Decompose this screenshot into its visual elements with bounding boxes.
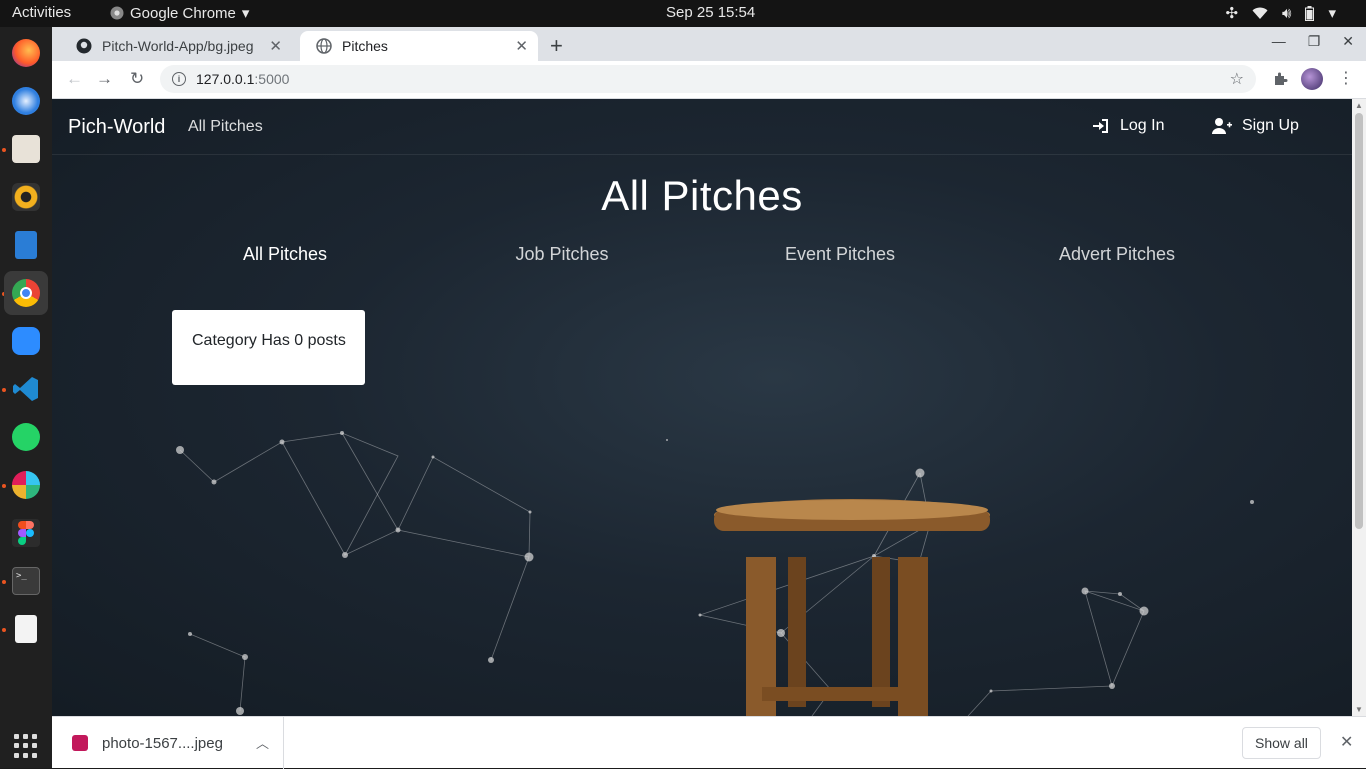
tab-github[interactable]: Pitch-World-App/bg.jpeg ✕ xyxy=(60,31,292,61)
download-filename: photo-1567....jpeg xyxy=(102,734,223,752)
scroll-up-icon[interactable]: ▲ xyxy=(1355,101,1363,110)
dock-rhythmbox[interactable] xyxy=(4,175,48,219)
activities-button[interactable]: Activities xyxy=(12,4,71,21)
screenshot-tool-icon xyxy=(15,615,37,643)
tab-title: Pitches xyxy=(342,38,388,54)
slack-icon xyxy=(12,471,40,499)
power-menu-icon: ▾ xyxy=(1328,5,1336,22)
dock-whatsapp[interactable] xyxy=(4,415,48,459)
dock-figma[interactable] xyxy=(4,511,48,555)
profile-avatar[interactable] xyxy=(1301,68,1323,90)
site-navbar: Pich-World All Pitches Log In Sign Up xyxy=(52,99,1352,155)
url-port: :5000 xyxy=(254,71,290,87)
chrome-menu-icon[interactable]: ⋮ xyxy=(1338,68,1354,88)
zoom-icon xyxy=(12,327,40,355)
empty-category-message: Category Has 0 posts xyxy=(192,332,346,349)
tab-title: Pitch-World-App/bg.jpeg xyxy=(102,38,254,54)
image-file-icon xyxy=(72,735,88,751)
site-info-icon[interactable]: i xyxy=(172,72,186,86)
site-brand[interactable]: Pich-World xyxy=(68,116,165,139)
close-window-icon[interactable]: ✕ xyxy=(1342,33,1354,50)
rhythmbox-icon xyxy=(12,183,40,211)
chrome-icon xyxy=(12,279,40,307)
chrome-window: Pitch-World-App/bg.jpeg ✕ Pitches ✕ + — … xyxy=(52,27,1366,769)
url-host: 127.0.0.1 xyxy=(196,71,255,87)
dock-writer[interactable] xyxy=(4,223,48,267)
stool-illustration xyxy=(714,499,990,716)
system-top-bar: Activities Google Chrome ▾ Sep 25 15:54 … xyxy=(0,0,1366,27)
caret-down-icon: ▾ xyxy=(241,5,250,22)
dock: >_ xyxy=(0,27,52,768)
files-icon xyxy=(12,135,40,163)
clock[interactable]: Sep 25 15:54 xyxy=(666,4,755,21)
window-controls: — ❐ ✕ xyxy=(1272,33,1354,50)
empty-category-card: Category Has 0 posts xyxy=(172,310,365,385)
signup-link[interactable]: Sign Up xyxy=(1212,117,1299,135)
dock-zoom[interactable] xyxy=(4,319,48,363)
category-job-pitches[interactable]: Job Pitches xyxy=(462,244,662,265)
vscode-icon xyxy=(13,377,38,401)
close-download-bar-icon[interactable]: ✕ xyxy=(1340,732,1353,752)
back-icon[interactable]: ← xyxy=(66,69,83,89)
volume-icon: 🔊︎ xyxy=(1282,4,1292,22)
sign-in-icon xyxy=(1093,119,1108,133)
browser-toolbar: ← → ↻ i 127.0.0.1:5000 ☆ ⋮ xyxy=(52,61,1366,99)
dock-slack[interactable] xyxy=(4,463,48,507)
wifi-icon xyxy=(1252,7,1268,19)
scrollbar-thumb[interactable] xyxy=(1355,113,1363,529)
dock-thunderbird[interactable] xyxy=(4,79,48,123)
forward-icon[interactable]: → xyxy=(96,69,113,89)
slack-tray-icon: ✣ xyxy=(1225,5,1239,22)
category-all-pitches[interactable]: All Pitches xyxy=(185,244,385,265)
page-title: All Pitches xyxy=(601,172,803,219)
dock-chrome[interactable] xyxy=(4,271,48,315)
globe-icon xyxy=(316,38,332,54)
show-applications-icon[interactable] xyxy=(14,734,38,758)
figma-icon xyxy=(12,519,40,547)
category-event-pitches[interactable]: Event Pitches xyxy=(740,244,940,265)
close-tab-icon[interactable]: ✕ xyxy=(269,37,282,55)
terminal-icon: >_ xyxy=(12,567,40,595)
category-advert-pitches[interactable]: Advert Pitches xyxy=(1017,244,1217,265)
dock-screenshot[interactable] xyxy=(4,607,48,651)
app-menu[interactable]: Google Chrome ▾ xyxy=(110,4,249,22)
page-scrollbar[interactable]: ▲ ▼ xyxy=(1352,99,1366,716)
tab-strip: Pitch-World-App/bg.jpeg ✕ Pitches ✕ + — … xyxy=(52,27,1366,61)
dock-vscode[interactable] xyxy=(4,367,48,411)
show-all-button[interactable]: Show all xyxy=(1242,727,1321,759)
download-item[interactable]: photo-1567....jpeg ︿ xyxy=(52,717,284,769)
dock-terminal[interactable]: >_ xyxy=(4,559,48,603)
app-menu-label: Google Chrome xyxy=(130,4,236,22)
close-tab-icon[interactable]: ✕ xyxy=(515,37,528,55)
login-label: Log In xyxy=(1120,117,1165,134)
whatsapp-icon xyxy=(12,423,40,451)
reload-icon[interactable]: ↻ xyxy=(130,69,144,89)
minimize-icon[interactable]: — xyxy=(1272,33,1286,50)
dock-files[interactable] xyxy=(4,127,48,171)
extensions-puzzle-icon[interactable] xyxy=(1272,71,1288,87)
signup-label: Sign Up xyxy=(1242,117,1299,134)
chevron-up-icon[interactable]: ︿ xyxy=(256,733,269,752)
github-icon xyxy=(76,38,92,54)
page-viewport: Pich-World All Pitches Log In Sign Up Al… xyxy=(52,99,1366,716)
bookmark-star-icon[interactable]: ☆ xyxy=(1230,69,1244,89)
nav-all-pitches[interactable]: All Pitches xyxy=(188,118,263,136)
tab-pitches[interactable]: Pitches ✕ xyxy=(300,31,538,61)
address-bar[interactable]: i 127.0.0.1:5000 ☆ xyxy=(160,65,1256,93)
maximize-icon[interactable]: ❐ xyxy=(1308,33,1321,50)
new-tab-icon[interactable]: + xyxy=(550,33,563,59)
firefox-icon xyxy=(12,39,40,67)
battery-icon xyxy=(1305,5,1315,21)
chrome-small-icon xyxy=(110,6,124,20)
thunderbird-icon xyxy=(12,87,40,115)
download-bar: photo-1567....jpeg ︿ Show all ✕ xyxy=(52,716,1366,769)
scroll-down-icon[interactable]: ▼ xyxy=(1355,705,1363,714)
dock-firefox[interactable] xyxy=(4,31,48,75)
writer-icon xyxy=(15,231,37,259)
system-tray[interactable]: ✣ 🔊︎ ▾ xyxy=(1225,4,1336,23)
login-link[interactable]: Log In xyxy=(1092,117,1164,135)
user-plus-icon xyxy=(1212,118,1232,134)
